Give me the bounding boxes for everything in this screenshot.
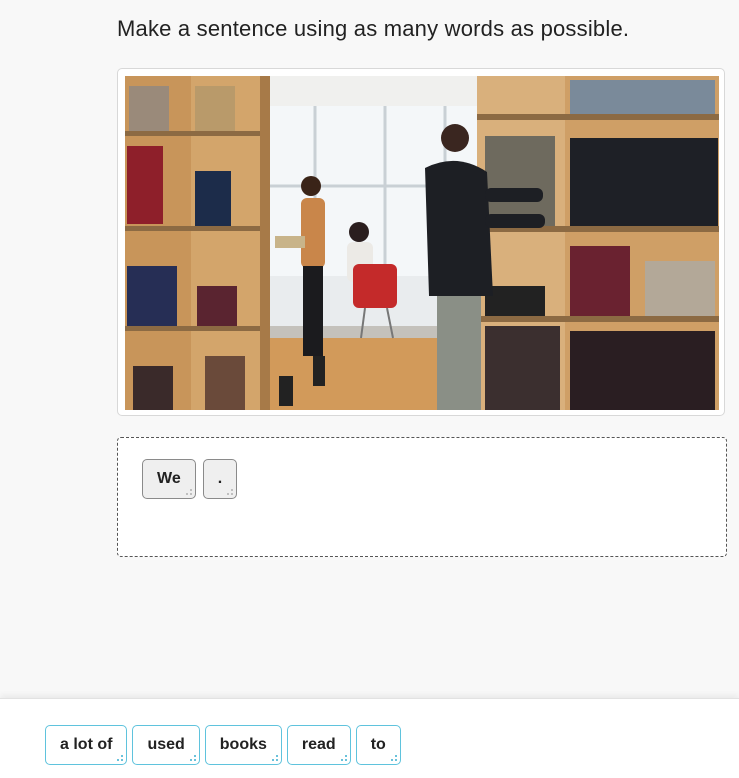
drag-handle-icon xyxy=(184,487,192,495)
answer-tiles: We . xyxy=(142,459,238,499)
answer-tile-period[interactable]: . xyxy=(202,459,238,499)
photo-frame xyxy=(117,68,725,416)
drag-handle-icon xyxy=(115,753,124,761)
word-tile-books[interactable]: books xyxy=(204,725,282,765)
tile-label: a lot of xyxy=(60,736,113,753)
word-tile-a-lot-of[interactable]: a lot of xyxy=(45,725,128,765)
tile-label: We xyxy=(157,470,181,487)
tile-label: . xyxy=(217,470,223,487)
answer-area[interactable]: We . xyxy=(117,437,727,557)
word-bank-bar: a lot of used books read to xyxy=(0,698,739,778)
drag-handle-icon xyxy=(339,753,347,761)
library-photo xyxy=(125,76,719,410)
answer-tile-we[interactable]: We xyxy=(142,459,196,499)
drag-handle-icon xyxy=(225,487,234,495)
tile-label: used xyxy=(147,736,185,753)
drag-handle-icon xyxy=(389,753,397,761)
word-tile-to[interactable]: to xyxy=(355,725,401,765)
tile-label: books xyxy=(219,736,267,753)
drag-handle-icon xyxy=(270,753,278,761)
tile-label: to xyxy=(370,736,386,753)
word-bank: a lot of used books read to xyxy=(45,725,401,765)
word-tile-read[interactable]: read xyxy=(286,725,351,765)
drag-handle-icon xyxy=(188,753,196,761)
tile-label: read xyxy=(301,736,336,753)
prompt-text: Make a sentence using as many words as p… xyxy=(117,16,630,41)
word-tile-used[interactable]: used xyxy=(132,725,200,765)
